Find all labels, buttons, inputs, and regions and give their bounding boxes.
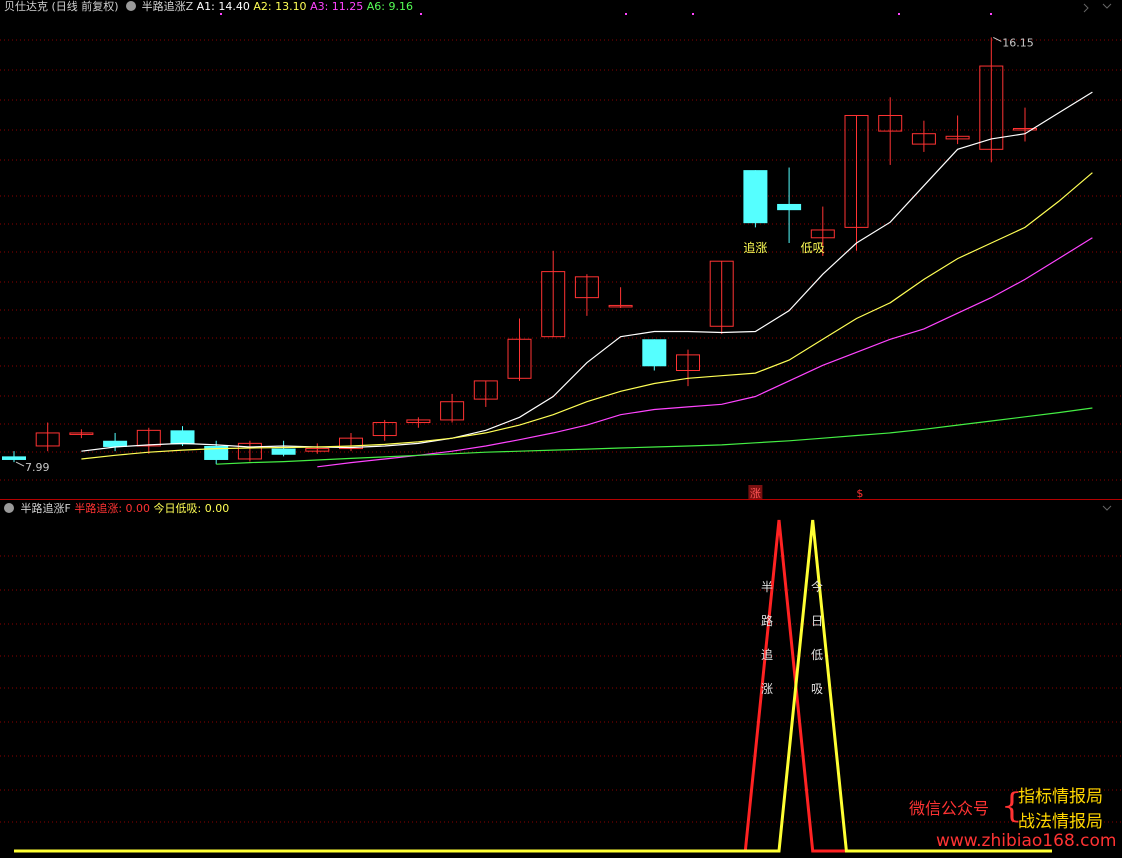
- candle: [777, 167, 802, 243]
- ma-line-a6: [216, 407, 1093, 465]
- candle: [2, 451, 26, 463]
- candle-body: [743, 170, 768, 224]
- candle: [541, 250, 566, 338]
- sub-chase-char: 半: [761, 580, 773, 594]
- watermark-wechat: 微信公众号: [909, 799, 990, 818]
- candle: [372, 419, 397, 441]
- candle: [406, 417, 431, 428]
- candle: [608, 287, 633, 309]
- stock-chart-canvas[interactable]: 16.157.99追涨 低吸涨 $半路追涨今日低吸: [0, 0, 1122, 858]
- candle: [339, 432, 363, 452]
- indicator-name[interactable]: 半路追涨Z: [142, 0, 194, 13]
- candle-body: [777, 203, 802, 211]
- signal-s-marker: $: [856, 487, 863, 500]
- ma-line-a3: [317, 237, 1093, 468]
- readout-a3: A3: 11.25: [310, 0, 364, 13]
- signal-dip-label: 低吸: [801, 241, 825, 255]
- ma-line-a1: [81, 91, 1093, 452]
- candle: [35, 422, 60, 452]
- sub-chase-char: 路: [761, 613, 773, 628]
- signal-chase-label: 追涨: [743, 240, 767, 255]
- candle: [69, 429, 94, 439]
- candle: [642, 339, 667, 371]
- candle: [844, 114, 869, 251]
- candle: [473, 380, 498, 407]
- watermark-name1: 指标情报局: [1018, 787, 1103, 807]
- scroll-up-icon[interactable]: [1102, 3, 1112, 9]
- sub-header: 半路追涨F 半路追涨: 0.00 今日低吸: 0.00: [4, 502, 229, 516]
- candle-body: [170, 430, 195, 445]
- candle: [237, 440, 262, 462]
- candle: [305, 443, 330, 454]
- candle-body: [642, 339, 667, 367]
- sub-dip-char: 今: [811, 579, 823, 594]
- sub-dip-char: 低: [811, 648, 823, 662]
- readout-a1: A1: 14.40: [196, 0, 250, 13]
- candle: [743, 170, 768, 228]
- sub-indicator-name[interactable]: 半路追涨F: [21, 502, 71, 515]
- readout-dip: 今日低吸: 0.00: [153, 502, 230, 515]
- watermark-name2: 战法情报局: [1018, 812, 1103, 832]
- candle: [676, 349, 700, 387]
- candle: [945, 115, 970, 145]
- sub-line-dip: [14, 519, 1052, 853]
- candle: [911, 120, 936, 152]
- top-marker-dot: [898, 13, 900, 15]
- low-price-label-pointer: [15, 461, 25, 467]
- indicator-dropdown-icon[interactable]: [126, 1, 137, 11]
- sub-line-chase: [14, 519, 1052, 853]
- sub-chase-char: 追: [761, 647, 773, 662]
- top-marker-dot: [625, 13, 627, 15]
- sub-chase-char: 涨: [761, 681, 773, 696]
- main-header: 贝仕达克 (日线 前复权) 半路追涨Z A1: 14.40 A2: 13.10 …: [4, 0, 413, 14]
- sub-dip-char: 日: [811, 614, 823, 628]
- candle: [878, 97, 903, 165]
- candle: [136, 427, 161, 454]
- candle-body: [2, 456, 26, 460]
- readout-a6: A6: 9.16: [366, 0, 413, 13]
- sub-scroll-icon[interactable]: [1102, 505, 1112, 511]
- sub-dip-char: 吸: [811, 682, 823, 696]
- candle: [271, 440, 296, 457]
- signal-zhang-marker: 涨: [750, 487, 761, 500]
- high-price-label: 16.15: [1002, 36, 1034, 49]
- top-marker-dot: [692, 13, 694, 15]
- low-price-label: 7.99: [25, 461, 50, 474]
- candle: [507, 318, 532, 381]
- collapse-icon[interactable]: [1083, 3, 1089, 13]
- high-price-label-pointer: [993, 36, 1002, 42]
- watermark-url[interactable]: www.zhibiao168.com: [936, 831, 1116, 851]
- candle: [1013, 107, 1037, 142]
- candle: [979, 37, 1004, 163]
- symbol-label[interactable]: 贝仕达克 (日线 前复权): [4, 0, 119, 13]
- top-marker-dot: [990, 13, 992, 15]
- candle-body: [271, 448, 296, 455]
- readout-a2: A2: 13.10: [253, 0, 307, 13]
- candle: [574, 274, 599, 316]
- top-marker-dot: [420, 13, 422, 15]
- candle: [440, 393, 465, 423]
- sub-indicator-dropdown-icon[interactable]: [4, 503, 14, 513]
- ma-line-a2: [81, 172, 1093, 460]
- candle: [709, 260, 734, 335]
- readout-chase: 半路追涨: 0.00: [74, 502, 151, 515]
